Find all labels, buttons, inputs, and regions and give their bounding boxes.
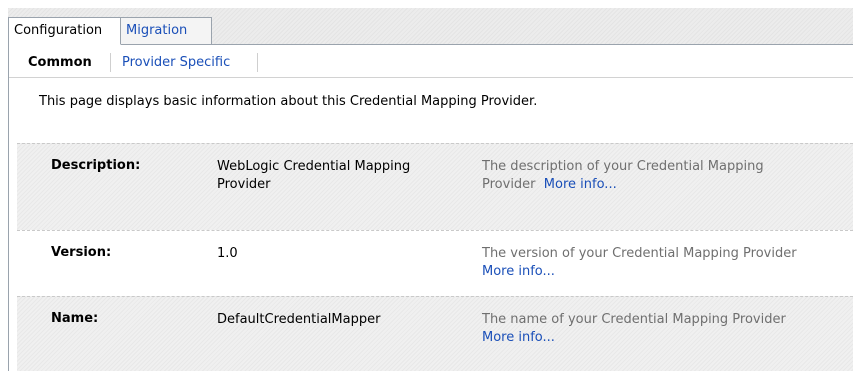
tab-configuration-label: Configuration <box>14 23 103 38</box>
page-intro-text: This page displays basic information abo… <box>39 94 538 109</box>
form-row-version: Version: 1.0 The version of your Credent… <box>17 230 853 296</box>
tab-configuration[interactable]: Configuration <box>8 17 121 45</box>
version-help-text: The version of your Credential Mapping P… <box>482 246 797 261</box>
description-value: WebLogic Credential Mapping Provider <box>217 159 411 192</box>
subtab-provider-specific[interactable]: Provider Specific <box>122 55 230 70</box>
name-label: Name: <box>51 311 99 326</box>
subtab-separator <box>257 53 258 72</box>
sub-tab-bar: Common Provider Specific <box>9 45 853 78</box>
name-more-info-link[interactable]: More info... <box>482 330 555 345</box>
version-help: The version of your Credential Mapping P… <box>482 245 853 281</box>
version-value: 1.0 <box>217 246 238 261</box>
version-label: Version: <box>51 245 112 260</box>
content-panel-border <box>8 44 9 371</box>
version-more-info-link[interactable]: More info... <box>482 264 555 279</box>
name-value: DefaultCredentialMapper <box>217 312 381 327</box>
form-row-description: Description: WebLogic Credential Mapping… <box>17 143 853 230</box>
tab-migration[interactable]: Migration <box>121 17 212 45</box>
name-help: The name of your Credential Mapping Prov… <box>482 311 853 347</box>
description-help: The description of your Credential Mappi… <box>482 158 853 194</box>
subtab-separator <box>110 53 111 72</box>
description-more-info-link[interactable]: More info... <box>544 177 617 192</box>
name-help-text: The name of your Credential Mapping Prov… <box>482 312 786 327</box>
subtab-common[interactable]: Common <box>28 55 92 70</box>
form-row-name: Name: DefaultCredentialMapper The name o… <box>17 296 853 371</box>
description-help-text: The description of your Credential Mappi… <box>482 159 764 192</box>
page: Configuration Migration Common Provider … <box>0 0 853 371</box>
description-label: Description: <box>51 158 141 173</box>
tab-migration-label: Migration <box>126 23 188 38</box>
main-tab-bar: Configuration Migration <box>8 8 853 45</box>
